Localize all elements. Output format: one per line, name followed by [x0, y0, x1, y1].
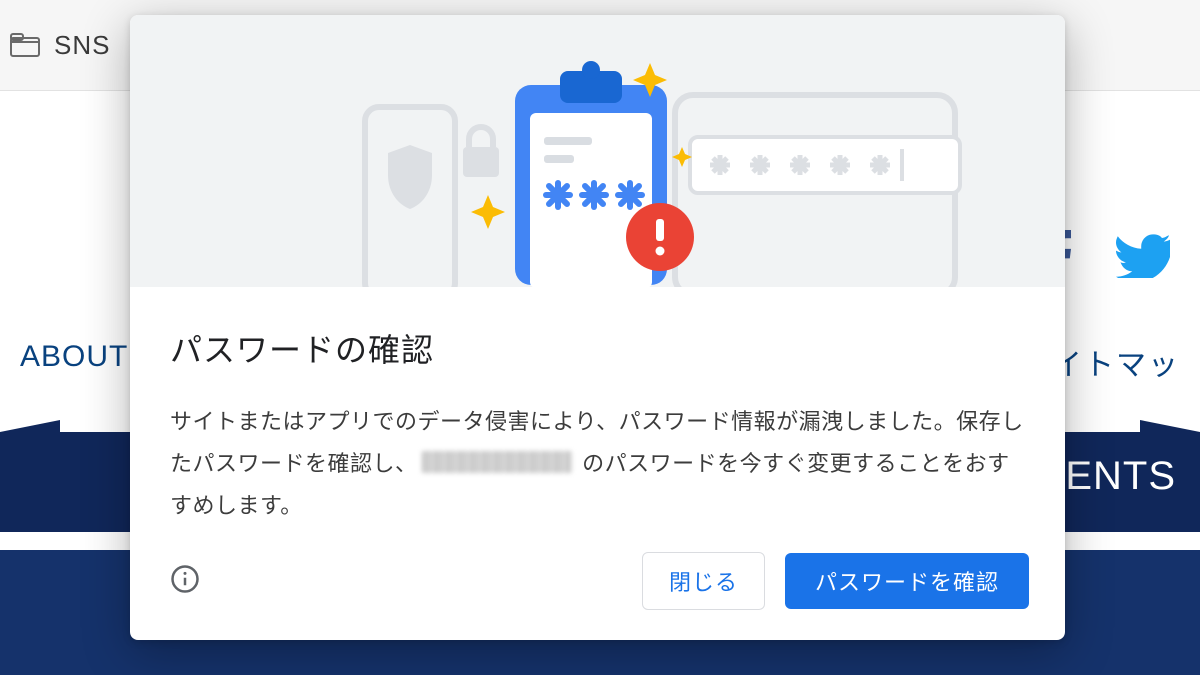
dialog-title: パスワードの確認: [170, 325, 1025, 371]
dialog-body: パスワードの確認 サイトまたはアプリでのデータ侵害により、パスワード情報が漏洩し…: [130, 287, 1065, 552]
nav-item-about[interactable]: ABOUT: [20, 340, 128, 374]
nav-item-sitemap[interactable]: イトマッ: [1052, 340, 1180, 384]
check-passwords-button[interactable]: パスワードを確認: [785, 553, 1029, 609]
redacted-site-name: [422, 451, 572, 473]
bookmark-folder-label[interactable]: SNS: [54, 30, 110, 61]
hero-band-text: ENTS: [1065, 454, 1176, 499]
info-icon[interactable]: [170, 564, 200, 599]
twitter-icon[interactable]: [1116, 234, 1170, 278]
dialog-message: サイトまたはアプリでのデータ侵害により、パスワード情報が漏洩しました。保存したパ…: [170, 401, 1025, 526]
dialog-illustration: [130, 15, 1065, 287]
dialog-footer: 閉じる パスワードを確認: [130, 552, 1065, 640]
folder-icon: [10, 33, 40, 57]
close-button[interactable]: 閉じる: [642, 552, 765, 610]
password-check-dialog: パスワードの確認 サイトまたはアプリでのデータ侵害により、パスワード情報が漏洩し…: [130, 15, 1065, 640]
